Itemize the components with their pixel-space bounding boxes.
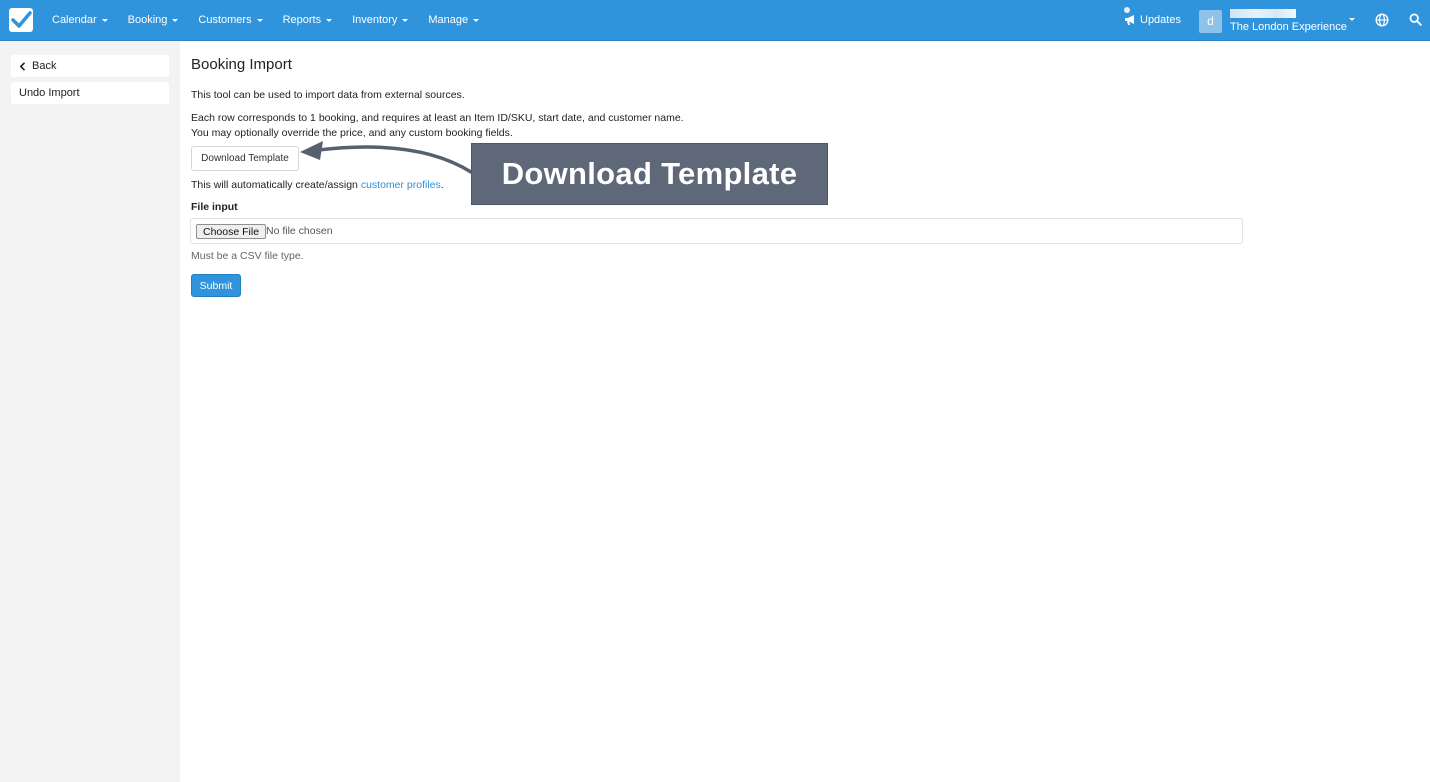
page-title: Booking Import	[191, 56, 292, 73]
app-logo-icon[interactable]	[9, 8, 33, 32]
annotation-arrow-icon	[300, 141, 473, 174]
account-name: The London Experience	[1230, 21, 1347, 33]
caret-down-icon	[101, 19, 108, 22]
avatar: d	[1199, 9, 1222, 33]
nav-manage-label: Manage	[428, 14, 469, 26]
main-nav: Calendar Booking Customers Reports Inven…	[42, 0, 489, 40]
caret-down-icon	[473, 19, 480, 22]
nav-manage[interactable]: Manage	[418, 0, 489, 40]
nav-calendar-label: Calendar	[52, 14, 97, 26]
undo-import-label: Undo Import	[19, 87, 80, 99]
nav-booking[interactable]: Booking	[118, 0, 189, 40]
nav-reports-label: Reports	[282, 14, 322, 26]
globe-icon[interactable]	[1375, 13, 1389, 27]
megaphone-icon	[1125, 15, 1134, 25]
account-menu[interactable]: d The London Experience	[1199, 9, 1348, 33]
updates-button[interactable]: Updates	[1124, 0, 1181, 40]
search-icon[interactable]	[1409, 13, 1422, 26]
auto-assign-text: This will automatically create/assign cu…	[191, 179, 444, 191]
notification-dot	[1124, 7, 1130, 13]
download-template-button[interactable]: Download Template	[191, 146, 299, 171]
redacted-username	[1230, 9, 1296, 18]
download-template-callout: Download Template	[471, 143, 828, 205]
nav-inventory-label: Inventory	[352, 14, 398, 26]
auto-assign-prefix: This will automatically create/assign	[191, 179, 361, 191]
account-caret-down-icon[interactable]	[1349, 18, 1355, 21]
updates-label: Updates	[1140, 14, 1181, 26]
no-file-chosen-text: No file chosen	[266, 225, 333, 237]
caret-down-icon	[172, 19, 179, 22]
caret-down-icon	[326, 19, 333, 22]
back-button[interactable]: Back	[11, 55, 169, 77]
customer-profiles-link[interactable]: customer profiles	[361, 179, 441, 191]
nav-inventory[interactable]: Inventory	[342, 0, 418, 40]
row-description-line-1: Each row corresponds to 1 booking, and r…	[191, 112, 684, 124]
back-label: Back	[32, 60, 57, 72]
undo-import-button[interactable]: Undo Import	[11, 82, 169, 104]
row-description: Each row corresponds to 1 booking, and r…	[191, 111, 684, 141]
intro-text: This tool can be used to import data fro…	[191, 89, 465, 101]
nav-reports[interactable]: Reports	[273, 0, 343, 40]
nav-customers-label: Customers	[198, 14, 252, 26]
submit-button[interactable]: Submit	[191, 274, 241, 297]
sidebar: Back Undo Import	[0, 41, 180, 782]
caret-down-icon	[402, 19, 409, 22]
nav-customers[interactable]: Customers	[188, 0, 272, 40]
file-input-label: File input	[191, 201, 238, 213]
chevron-left-icon	[19, 61, 26, 71]
top-navbar: Calendar Booking Customers Reports Inven…	[0, 0, 1430, 41]
auto-assign-suffix: .	[440, 179, 444, 191]
choose-file-button[interactable]: Choose File	[196, 224, 267, 239]
file-input[interactable]: Choose File No file chosen	[190, 218, 1243, 244]
nav-calendar[interactable]: Calendar	[42, 0, 118, 40]
nav-booking-label: Booking	[127, 14, 168, 26]
file-type-help: Must be a CSV file type.	[191, 250, 304, 262]
caret-down-icon	[256, 19, 263, 22]
account-info: The London Experience	[1230, 9, 1348, 33]
